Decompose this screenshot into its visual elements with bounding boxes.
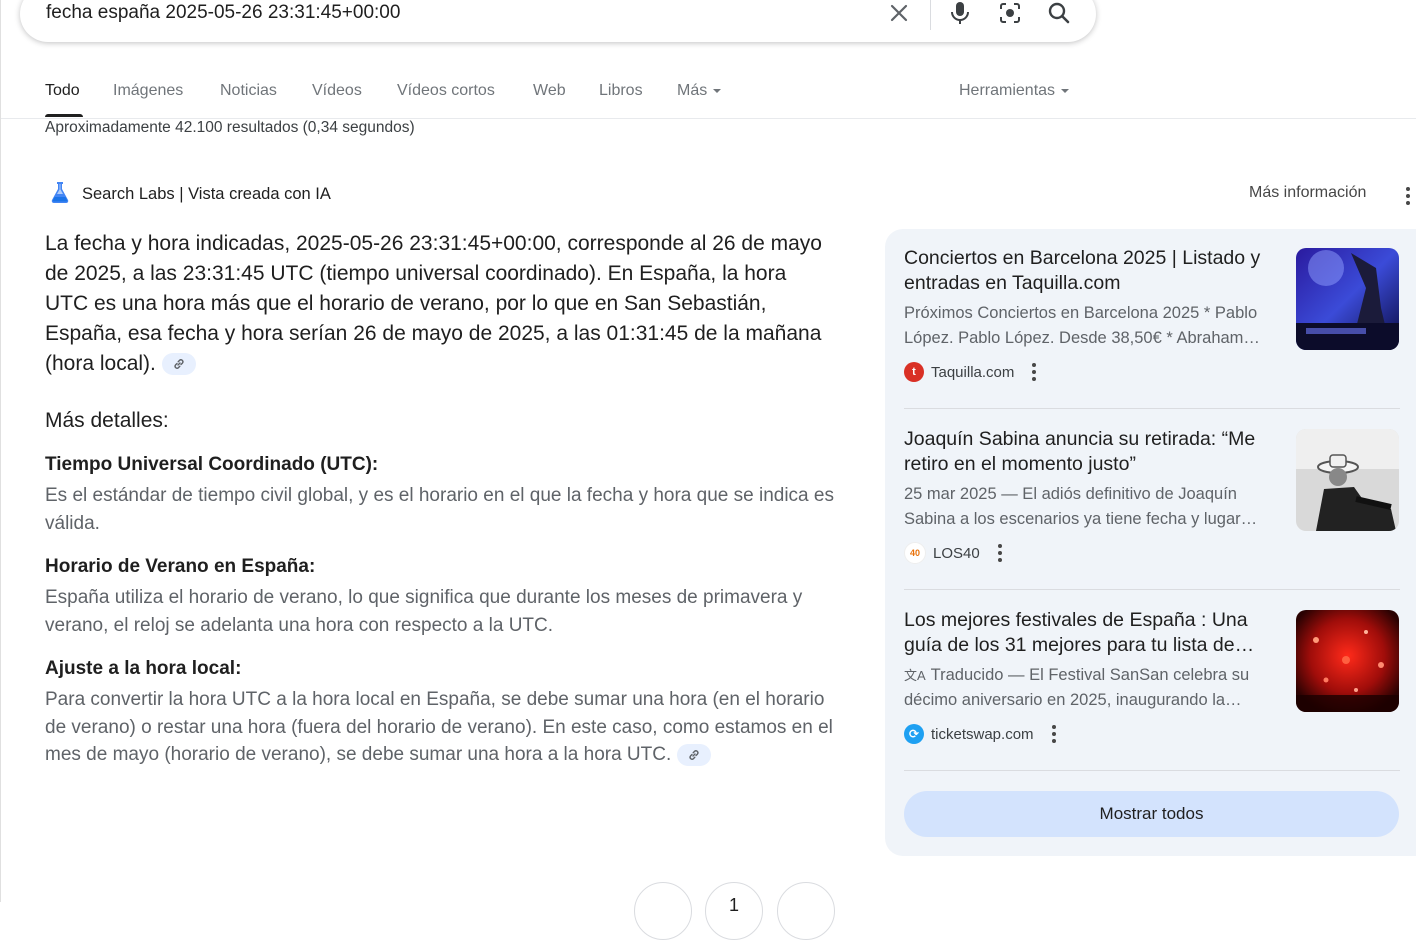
translate-icon: 文A xyxy=(904,668,926,683)
source-title[interactable]: Conciertos en Barcelona 2025 | Listado y… xyxy=(904,246,1279,296)
link-icon[interactable] xyxy=(677,743,712,766)
ai-overview-body: La fecha y hora indicadas, 2025-05-26 23… xyxy=(45,229,835,769)
window-edge xyxy=(0,0,1,902)
active-tab-indicator xyxy=(45,114,83,117)
source-card[interactable]: Los mejores festivales de España : Una g… xyxy=(904,591,1400,751)
source-snippet: 25 mar 2025 — El adiós definitivo de Joa… xyxy=(904,482,1282,532)
pager-next-button[interactable] xyxy=(777,882,835,940)
source-snippet: Próximos Conciertos en Barcelona 2025 * … xyxy=(904,301,1282,351)
flask-icon xyxy=(48,180,72,209)
caret-down-icon xyxy=(713,88,722,93)
details-heading: Más detalles: xyxy=(45,409,169,432)
source-title[interactable]: Los mejores festivales de España : Una g… xyxy=(904,608,1279,658)
snippet-line: 文A Traducido — El Festival SanSan celebra… xyxy=(904,663,1282,688)
result-stats: Aproximadamente 42.100 resultados (0,34 … xyxy=(45,119,415,136)
tab-imagenes[interactable]: Imágenes xyxy=(113,82,183,100)
detail-text: España utiliza el horario de verano, lo … xyxy=(45,587,803,636)
camera-lens-icon[interactable] xyxy=(997,0,1023,26)
source-snippet: 文A Traducido — El Festival SanSan celebra… xyxy=(904,663,1282,713)
ai-overview-lead-text: La fecha y hora indicadas, 2025-05-26 23… xyxy=(45,232,822,375)
snippet-line: décimo aniversario en 2025, inaugurando … xyxy=(904,691,1242,709)
source-card[interactable]: Conciertos en Barcelona 2025 | Listado y… xyxy=(904,229,1400,389)
show-all-button[interactable]: Mostrar todos xyxy=(904,791,1399,837)
source-name: ticketswap.com xyxy=(931,725,1034,743)
detail-text-with-link: Para convertir la hora UTC a la hora loc… xyxy=(45,686,835,769)
ai-overview-header: Search Labs | Vista creada con IA xyxy=(48,180,331,208)
tab-libros[interactable]: Libros xyxy=(599,82,643,100)
pager-number: 1 xyxy=(728,895,739,915)
detail-title: Ajuste a la hora local: xyxy=(45,658,242,679)
source-site[interactable]: ⟳ ticketswap.com xyxy=(904,723,1056,745)
more-options-icon[interactable] xyxy=(997,544,1002,562)
snippet-line: Sabina a los escenarios ya tiene fecha y… xyxy=(904,510,1258,528)
search-icon[interactable] xyxy=(1046,0,1072,26)
detail-text: Es el estándar de tiempo civil global, y… xyxy=(45,485,834,534)
snippet-line: López. Pablo López. Desde 38,50€ * Abrah… xyxy=(904,329,1260,347)
source-name: Taquilla.com xyxy=(931,363,1015,381)
more-options-icon[interactable] xyxy=(1051,725,1056,743)
microphone-icon[interactable] xyxy=(947,0,973,26)
source-site[interactable]: t Taquilla.com xyxy=(904,361,1037,383)
pager-prev-button[interactable] xyxy=(634,882,692,940)
snippet-line-text: Traducido — El Festival SanSan celebra s… xyxy=(930,666,1250,684)
ai-overview-lead: La fecha y hora indicadas, 2025-05-26 23… xyxy=(45,229,835,379)
tab-mas-label: Más xyxy=(677,82,708,99)
tab-noticias[interactable]: Noticias xyxy=(220,82,277,100)
more-options-icon[interactable] xyxy=(1406,187,1410,205)
source-name: LOS40 xyxy=(933,544,980,562)
detail-text: Para convertir la hora UTC a la hora loc… xyxy=(45,689,833,765)
tab-web[interactable]: Web xyxy=(533,82,566,100)
card-divider xyxy=(904,589,1400,590)
detail-title: Tiempo Universal Coordinado (UTC): xyxy=(45,454,379,475)
source-site[interactable]: 40 LOS40 xyxy=(904,542,1002,564)
card-divider xyxy=(904,770,1400,771)
more-info-link[interactable]: Más información xyxy=(1249,184,1366,202)
search-bar[interactable]: fecha españa 2025-05-26 23:31:45+00:00 xyxy=(20,0,1096,42)
pager-current-button[interactable]: 1 xyxy=(705,882,763,940)
concert-thumbnail[interactable] xyxy=(1296,248,1399,350)
search-tabs: Todo Imágenes Noticias Vídeos Vídeos cor… xyxy=(0,70,1416,119)
tools-button[interactable]: Herramientas xyxy=(959,82,1070,100)
source-card[interactable]: Joaquín Sabina anuncia su retirada: “Me … xyxy=(904,410,1400,570)
detail-title: Horario de Verano en España: xyxy=(45,556,316,577)
los40-favicon-icon: 40 xyxy=(904,542,926,564)
tab-mas[interactable]: Más xyxy=(677,82,722,100)
tools-label: Herramientas xyxy=(959,82,1056,99)
ticketswap-favicon-icon: ⟳ xyxy=(904,724,924,744)
link-icon[interactable] xyxy=(161,353,196,376)
snippet-line: Próximos Conciertos en Barcelona 2025 * … xyxy=(904,304,1258,322)
tab-videos-cortos[interactable]: Vídeos cortos xyxy=(397,82,495,100)
taquilla-favicon-icon: t xyxy=(904,362,924,382)
search-input[interactable]: fecha españa 2025-05-26 23:31:45+00:00 xyxy=(46,2,400,24)
search-divider xyxy=(930,0,931,30)
caret-down-icon xyxy=(1061,88,1070,93)
source-title[interactable]: Joaquín Sabina anuncia su retirada: “Me … xyxy=(904,427,1279,477)
festival-thumbnail[interactable] xyxy=(1296,610,1399,712)
more-options-icon[interactable] xyxy=(1032,363,1037,381)
sabina-thumbnail[interactable] xyxy=(1296,429,1399,531)
clear-icon[interactable] xyxy=(886,0,912,26)
tab-todo[interactable]: Todo xyxy=(45,82,80,100)
sources-panel: Conciertos en Barcelona 2025 | Listado y… xyxy=(885,229,1416,856)
tab-videos[interactable]: Vídeos xyxy=(312,82,362,100)
ai-overview-title: Search Labs | Vista creada con IA xyxy=(82,184,331,203)
snippet-line: 25 mar 2025 — El adiós definitivo de Joa… xyxy=(904,485,1237,503)
card-divider xyxy=(904,408,1400,409)
